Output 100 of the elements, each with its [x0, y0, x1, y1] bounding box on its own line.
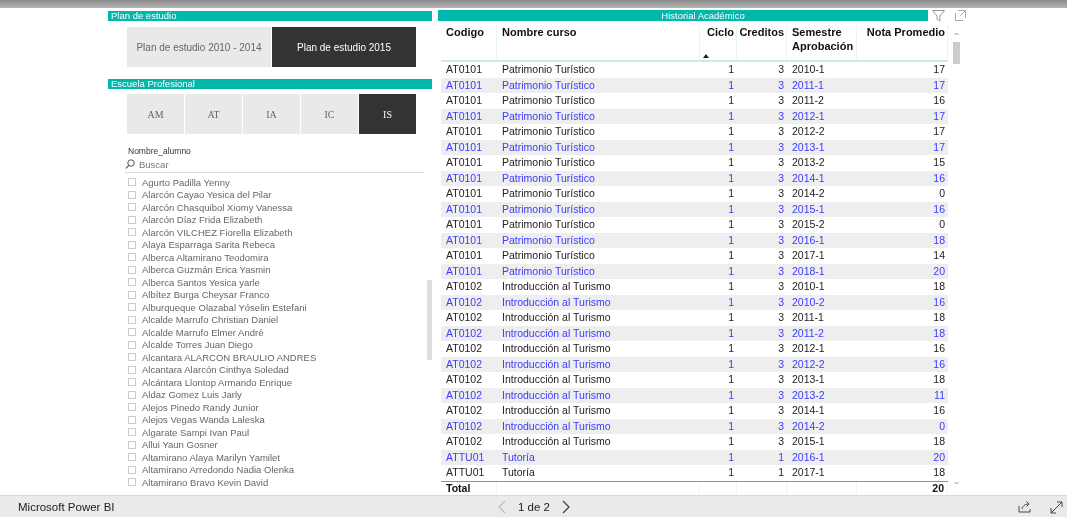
student-item[interactable]: Albítez Burga Cheysar Franco: [128, 288, 270, 301]
table-cell: Patrimonio Turístico: [502, 156, 595, 168]
student-item[interactable]: Alburqueque Olazabal Yóselin Estefani: [128, 301, 307, 314]
table-cell: 20: [933, 264, 945, 277]
checkbox[interactable]: [128, 240, 136, 249]
focus-mode-icon[interactable]: [955, 10, 966, 21]
checkbox[interactable]: [128, 390, 136, 399]
table-cell: 3: [778, 63, 784, 75]
student-item[interactable]: Alejos Vegas Wanda Laleska: [128, 413, 265, 426]
table-cell: 17: [933, 125, 945, 137]
student-item[interactable]: Alcántara Llontop Armando Enrique: [128, 376, 292, 389]
school-button[interactable]: AM: [127, 94, 184, 134]
checkbox[interactable]: [128, 378, 136, 387]
filter-icon[interactable]: [932, 10, 945, 22]
student-item[interactable]: Alberca Altamirano Teodomira: [128, 251, 269, 264]
checkbox[interactable]: [128, 478, 136, 487]
table-cell: Tutoría: [502, 450, 535, 463]
student-item[interactable]: Alarcón Cayao Yesica del Pilar: [128, 188, 272, 201]
student-item[interactable]: Allui Yaun Gosner: [128, 438, 218, 451]
previous-page-icon[interactable]: [498, 500, 506, 514]
fullscreen-icon[interactable]: [1050, 500, 1063, 514]
table-cell: 16: [933, 202, 945, 215]
student-item[interactable]: Algarate Sampi Ivan Paul: [128, 426, 250, 439]
checkbox[interactable]: [128, 278, 136, 287]
student-item[interactable]: Alberca Santos Yesica yarle: [128, 276, 260, 289]
table-cell: 1: [728, 63, 734, 75]
column-header[interactable]: Nota Promedio: [858, 25, 945, 39]
checkbox[interactable]: [128, 415, 136, 424]
plan-button[interactable]: Plan de estudio 2010 - 2014: [127, 27, 271, 67]
checkbox[interactable]: [128, 328, 136, 337]
column-header[interactable]: Ciclo: [701, 25, 734, 39]
checkbox[interactable]: [128, 178, 136, 187]
student-item[interactable]: Altamirano Bravo Kevin David: [128, 476, 269, 489]
table-cell: AT0101: [446, 171, 482, 184]
student-item[interactable]: Alcalde Marrufo Elmer André: [128, 326, 264, 339]
student-item[interactable]: Alcantara Alarcón Cinthya Soledad: [128, 363, 289, 376]
checkbox[interactable]: [128, 440, 136, 449]
checkbox[interactable]: [128, 365, 136, 374]
column-header[interactable]: Nombre curso: [502, 25, 697, 39]
school-button[interactable]: AT: [185, 94, 242, 134]
student-item[interactable]: Alcalde Marrufo Christian Daniel: [128, 313, 279, 326]
checkbox[interactable]: [128, 465, 136, 474]
table-cell: 1: [728, 280, 734, 292]
share-icon[interactable]: [1018, 501, 1032, 513]
table-cell: 2011-2: [792, 326, 824, 339]
student-item[interactable]: Alberca Guzmán Erica Yasmin: [128, 263, 271, 276]
table-cell: 3: [778, 109, 784, 122]
checkbox[interactable]: [128, 340, 136, 349]
table-cell: Introducción al Turismo: [502, 419, 611, 432]
table-cell: 1: [728, 78, 734, 91]
checkbox[interactable]: [128, 228, 136, 237]
table-cell: 2011-1: [792, 311, 824, 323]
column-header[interactable]: Codigo: [446, 25, 494, 39]
student-item[interactable]: Alarcón Chasquibol Xiomy Vanessa: [128, 201, 293, 214]
next-page-icon[interactable]: [562, 500, 570, 514]
student-item[interactable]: Alarcón Díaz Frida Elizabeth: [128, 213, 263, 226]
student-item[interactable]: Alcalde Torres Juan Diego: [128, 338, 253, 351]
table-cell: 3: [778, 202, 784, 215]
school-button[interactable]: IC: [301, 94, 358, 134]
student-item[interactable]: Alcantara ALARCON BRAULIO ANDRES: [128, 351, 317, 364]
school-button[interactable]: IS: [359, 94, 416, 134]
table-cell: 16: [933, 295, 945, 308]
table-cell: 1: [728, 202, 734, 215]
checkbox[interactable]: [128, 190, 136, 199]
checkbox[interactable]: [128, 403, 136, 412]
table-cell: 2015-1: [792, 202, 825, 215]
checkbox[interactable]: [128, 203, 136, 212]
checkbox[interactable]: [128, 453, 136, 462]
section-title: Escuela Profesional: [108, 79, 432, 89]
sort-ascending-icon[interactable]: [703, 54, 709, 58]
checkbox[interactable]: [128, 253, 136, 262]
student-item[interactable]: Alaya Esparraga Sarita Rebeca: [128, 238, 276, 251]
student-item[interactable]: Altamirano Alaya Marilyn Yamilet: [128, 451, 280, 464]
checkbox[interactable]: [128, 215, 136, 224]
table-cell: 2014-2: [792, 187, 825, 199]
table-cell: 1: [728, 311, 734, 323]
student-item[interactable]: Aldaz Gomez Luis Jarly: [128, 388, 242, 401]
checkbox[interactable]: [128, 265, 136, 274]
search-field[interactable]: Buscar: [139, 158, 339, 170]
student-item[interactable]: Alarcón VILCHEZ Fiorella Elizabeth: [128, 226, 293, 239]
student-item[interactable]: Agurto Padilla Yenny: [128, 176, 230, 189]
checkbox[interactable]: [128, 290, 136, 299]
table-cell: AT0101: [446, 233, 482, 246]
table-cell: 2010-2: [792, 295, 825, 308]
table-cell: 17: [933, 63, 945, 75]
student-item[interactable]: Alejos Pinedo Randy Junior: [128, 401, 259, 414]
checkbox[interactable]: [128, 428, 136, 437]
plan-button[interactable]: Plan de estudio 2015: [272, 27, 416, 67]
table-cell: Introducción al Turismo: [502, 280, 611, 292]
student-item[interactable]: Altamirano Arredondo Nadia Olenka: [128, 463, 295, 476]
table-cell: Patrimonio Turístico: [502, 94, 595, 106]
column-header[interactable]: Creditos: [738, 25, 784, 39]
table-cell: 1: [728, 450, 734, 463]
checkbox[interactable]: [128, 353, 136, 362]
school-button[interactable]: IA: [243, 94, 300, 134]
checkbox[interactable]: [128, 303, 136, 312]
app-name: Microsoft Power BI: [18, 501, 115, 513]
table-cell: 2013-1: [792, 373, 825, 385]
checkbox[interactable]: [128, 315, 136, 324]
column-header[interactable]: Semestre Aprobación: [792, 25, 854, 53]
